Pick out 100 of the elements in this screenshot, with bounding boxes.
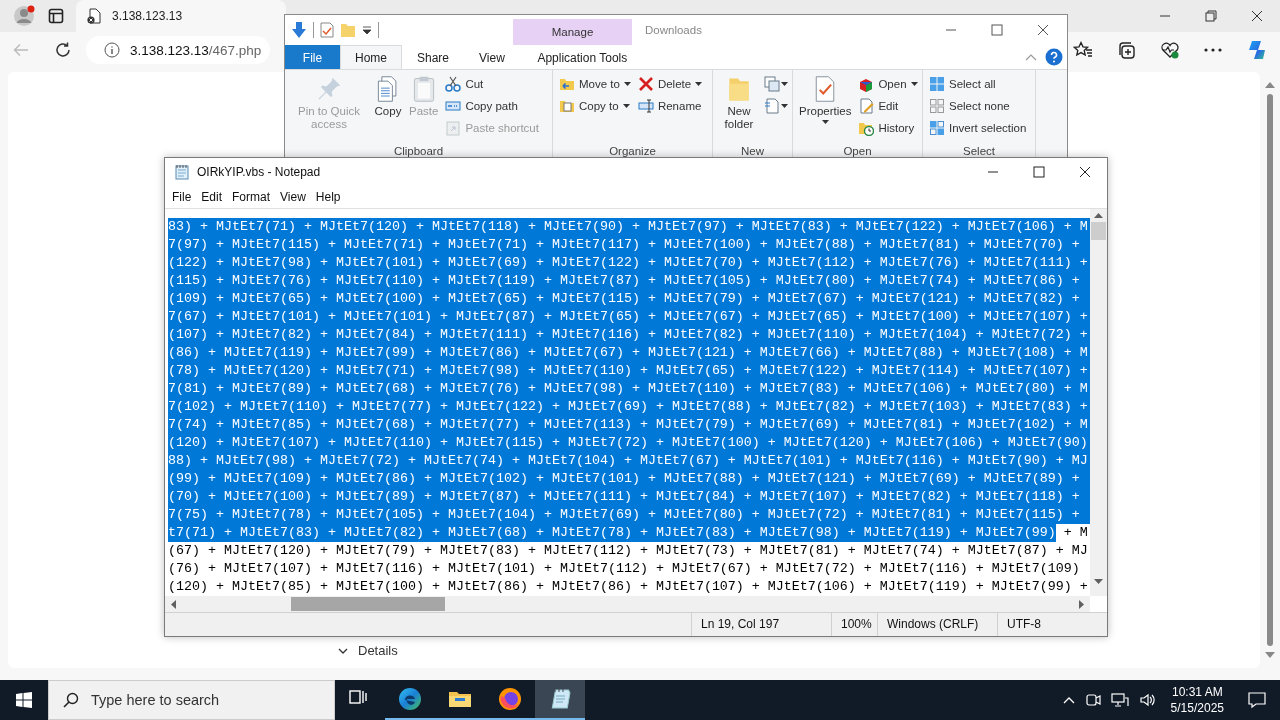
selected-code-text: (78) + MJtEt7(120) + MJtEt7(71) + MJtEt7(98) + MJtEt7(110) + MJtEt7(65) + MJtEt7(122) + MJtEt7(114) + MJtEt7(107) + [168, 362, 1090, 380]
scrollbar-thumb[interactable] [1091, 222, 1106, 240]
ribbon-button[interactable]: Copy to [557, 95, 633, 116]
taskbar-app[interactable] [535, 680, 585, 720]
ribbon-button[interactable]: Properties [797, 73, 854, 144]
close-icon[interactable] [1079, 166, 1091, 178]
scroll-left-icon[interactable] [171, 599, 176, 609]
close-icon[interactable] [1251, 10, 1263, 22]
status-text: Windows (CRLF) [877, 613, 997, 636]
customize-caret-icon[interactable] [362, 26, 372, 34]
profile-icon[interactable] [13, 5, 35, 27]
search-icon [63, 692, 79, 708]
ribbon-button[interactable]: New folder [717, 73, 761, 144]
address-bar[interactable]: 3.138.123.13/467.php [86, 36, 270, 64]
download-arrow-icon[interactable] [291, 21, 307, 39]
ribbon-button[interactable]: Cut [443, 73, 541, 94]
more-icon[interactable] [1204, 48, 1222, 52]
caret-icon [622, 103, 630, 108]
collections-icon[interactable] [1117, 40, 1136, 60]
clock[interactable]: 10:31 AM 5/15/2025 [1170, 684, 1224, 716]
selected-code-text: 83) + MJtEt7(71) + MJtEt7(120) + MJtEt7(118) + MJtEt7(90) + MJtEt7(97) + MJtEt7(83) + MJtEt7(122) + MJtEt7(106) + M [168, 218, 1090, 236]
firefox-icon [498, 687, 522, 711]
ribbon-tab[interactable]: Application Tools [522, 45, 642, 69]
code-text: + M [1062, 524, 1088, 542]
favorites-icon[interactable] [1073, 41, 1093, 59]
ribbon-button[interactable]: Invert selection [927, 117, 1029, 138]
network-icon[interactable] [1110, 692, 1129, 708]
chevron-up-icon[interactable] [1062, 696, 1075, 704]
selected-code-text: 88) + MJtEt7(98) + MJtEt7(72) + MJtEt7(74) + MJtEt7(104) + MJtEt7(67) + MJtEt7(101) + MJtEt7(116) + MJtEt7(90) + MJ [168, 452, 1090, 470]
windows-icon[interactable] [16, 692, 32, 708]
scissors-icon [445, 75, 462, 92]
tab-actions-icon[interactable] [48, 8, 64, 24]
menu-item[interactable]: View [275, 190, 311, 204]
restore-icon[interactable] [1205, 10, 1217, 22]
ribbon-button[interactable] [764, 95, 788, 116]
select-all-icon [929, 75, 945, 92]
info-icon[interactable] [104, 42, 120, 58]
ribbon-tab[interactable]: File [285, 45, 340, 69]
browser-tab[interactable]: 3.138.123.13 [76, 0, 286, 32]
selected-code-text: 7(74) + MJtEt7(85) + MJtEt7(68) + MJtEt7(77) + MJtEt7(113) + MJtEt7(79) + MJtEt7(69) + MJtEt7(81) + MJtEt7(102) + M [168, 416, 1090, 434]
details-label: Details [358, 643, 398, 658]
scroll-right-icon[interactable] [1079, 599, 1084, 609]
collapse-ribbon-icon[interactable] [1025, 53, 1037, 61]
maximize-icon[interactable] [1033, 166, 1045, 178]
notification-icon[interactable] [1248, 691, 1266, 709]
menu-item[interactable]: Help [310, 190, 346, 204]
volume-icon[interactable] [1138, 692, 1157, 708]
caret-icon [781, 81, 788, 86]
caret-icon [910, 81, 918, 86]
selected-code-text: t7(71) + MJtEt7(83) + MJtEt7(82) + MJtEt7(68) + MJtEt7(78) + MJtEt7(83) + MJtEt7(98) + MJtEt7(119) + MJtEt7(99) [168, 524, 1056, 542]
scrollbar-thumb[interactable] [291, 597, 445, 611]
edit-icon [858, 97, 875, 114]
caret-icon [623, 81, 631, 86]
ribbon-button[interactable]: Rename [635, 95, 705, 116]
ribbon-button[interactable]: Open [856, 73, 920, 94]
menu-item[interactable]: Format [227, 190, 276, 204]
group-label: Clipboard [392, 144, 445, 159]
scroll-up-icon[interactable] [1265, 82, 1275, 88]
group-label: Organize [608, 144, 657, 159]
group-label: Select [962, 144, 996, 159]
ribbon-tab[interactable]: Share [402, 45, 465, 69]
group-label: New [740, 144, 765, 159]
help-icon[interactable] [1045, 48, 1063, 66]
menu-item[interactable]: Edit [196, 190, 228, 204]
copilot-icon[interactable] [1246, 39, 1268, 61]
selected-code-text: (115) + MJtEt7(76) + MJtEt7(110) + MJtEt7(119) + MJtEt7(87) + MJtEt7(105) + MJtEt7(80) + MJtEt7(74) + MJtEt7(86) + [168, 272, 1090, 290]
ribbon-button[interactable]: Copy path [443, 95, 541, 116]
health-icon[interactable] [1160, 41, 1180, 59]
code-text: (76) + MJtEt7(107) + MJtEt7(116) + MJtEt7(101) + MJtEt7(112) + MJtEt7(67) + MJtEt7(72) + MJtEt7(116) + MJtEt7(109) [168, 560, 1080, 578]
status-text: UTF-8 [997, 613, 1107, 636]
scrollbar-thumb[interactable] [1267, 94, 1273, 646]
scroll-down-icon[interactable] [1094, 579, 1103, 584]
refresh-icon[interactable] [54, 41, 72, 59]
properties-icon[interactable] [320, 22, 334, 38]
selected-code-text: 7(97) + MJtEt7(115) + MJtEt7(71) + MJtEt7(71) + MJtEt7(117) + MJtEt7(100) + MJtEt7(88) + MJtEt7(81) + MJtEt7(70) + [168, 236, 1090, 254]
scroll-up-icon[interactable] [1094, 213, 1103, 218]
ribbon-button[interactable]: Delete [635, 73, 705, 94]
ribbon-button[interactable]: Move to [557, 73, 633, 94]
ribbon-tab[interactable]: Home [340, 45, 402, 69]
selected-code-text: 7(75) + MJtEt7(78) + MJtEt7(105) + MJtEt7(104) + MJtEt7(69) + MJtEt7(80) + MJtEt7(72) + MJtEt7(81) + MJtEt7(115) + [168, 506, 1090, 524]
search-field[interactable]: Type here to search [48, 680, 335, 720]
ribbon-button[interactable]: Select all [927, 73, 1029, 94]
new-item-icon [764, 75, 780, 92]
group-label: Open [842, 144, 873, 159]
ribbon-button[interactable]: Copy [372, 73, 404, 144]
menu-item[interactable]: File [167, 190, 197, 204]
scroll-down-icon[interactable] [1265, 652, 1275, 658]
close-icon[interactable] [1037, 24, 1049, 36]
ribbon-button[interactable]: Select none [927, 95, 1029, 116]
easy-access-icon [764, 97, 780, 114]
ribbon-button[interactable] [764, 73, 788, 94]
meet-icon[interactable] [1084, 692, 1101, 708]
ribbon-button[interactable]: Edit [856, 95, 920, 116]
selected-code-text: (99) + MJtEt7(109) + MJtEt7(86) + MJtEt7(102) + MJtEt7(101) + MJtEt7(88) + MJtEt7(121) + MJtEt7(69) + MJtEt7(89) + [168, 470, 1090, 488]
select-none-icon [929, 97, 945, 114]
ribbon-button[interactable]: History [856, 117, 920, 138]
ribbon-tab[interactable]: View [464, 45, 520, 69]
maximize-icon[interactable] [991, 24, 1003, 36]
code-text: (67) + MJtEt7(120) + MJtEt7(79) + MJtEt7(83) + MJtEt7(112) + MJtEt7(73) + MJtEt7(81) + MJtEt7(74) + MJtEt7(87) + MJ [168, 542, 1088, 560]
page-icon [86, 8, 102, 24]
